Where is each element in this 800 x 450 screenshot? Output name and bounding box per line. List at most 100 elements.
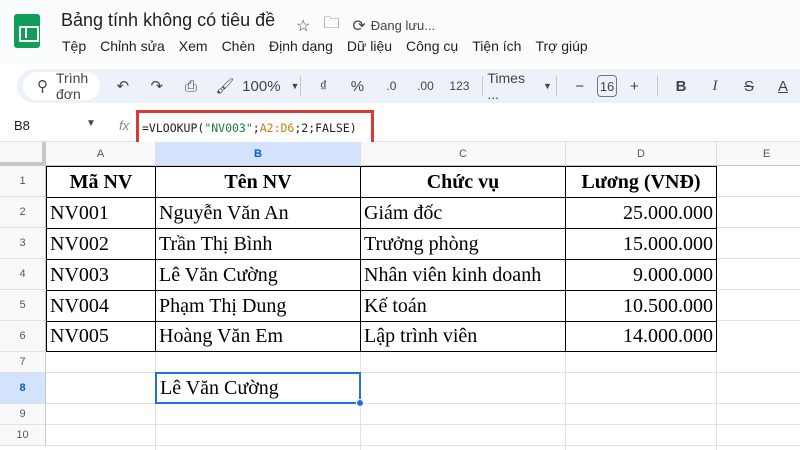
chevron-down-icon: ▼ xyxy=(542,81,552,91)
menu-data[interactable]: Dữ liệu xyxy=(347,38,392,54)
cell-c5[interactable]: Kế toán xyxy=(361,291,565,321)
font-size-input[interactable]: 16 xyxy=(596,75,618,97)
formula-bar: B8 ▼ fx xyxy=(0,112,800,142)
percent-button[interactable]: % xyxy=(344,72,370,100)
menu-tools[interactable]: Công cụ xyxy=(406,38,458,54)
cell-c6[interactable]: Lập trình viên xyxy=(361,322,565,351)
font-size-increase-button[interactable]: + xyxy=(621,72,647,100)
column-header-e[interactable]: E xyxy=(717,142,800,166)
formula-separator: ; xyxy=(252,121,260,135)
undo-icon[interactable]: ↶ xyxy=(110,72,136,100)
currency-button[interactable]: ₫ xyxy=(310,72,336,100)
paint-format-icon[interactable]: 🖌 xyxy=(212,72,238,100)
name-box[interactable]: B8 xyxy=(14,118,30,133)
increase-decimal-button[interactable]: .00 xyxy=(412,72,438,100)
gridline xyxy=(717,320,800,321)
cell-d5[interactable]: 10.500.000 xyxy=(566,291,716,321)
column-header-d[interactable]: D xyxy=(566,142,717,166)
row-header-2[interactable]: 2 xyxy=(0,197,46,228)
star-icon[interactable]: ☆ xyxy=(296,16,310,36)
menu-help[interactable]: Trợ giúp xyxy=(535,38,587,54)
row-header-4[interactable]: 4 xyxy=(0,259,46,290)
chevron-down-icon[interactable]: ▼ xyxy=(86,118,96,129)
italic-button[interactable]: I xyxy=(702,72,728,100)
row-header-6[interactable]: 6 xyxy=(0,321,46,352)
menu-extensions[interactable]: Tiện ích xyxy=(472,38,521,54)
cell-d4[interactable]: 9.000.000 xyxy=(566,260,716,290)
menu-bar: Tệp Chỉnh sửa Xem Chèn Định dạng Dữ liệu… xyxy=(62,38,588,54)
document-title[interactable]: Bảng tính không có tiêu đề xyxy=(61,10,275,31)
cell-b6[interactable]: Hoàng Văn Em xyxy=(156,322,360,351)
move-folder-icon[interactable]: 🗀 xyxy=(323,12,339,39)
row-header-5[interactable]: 5 xyxy=(0,290,46,321)
menu-view[interactable]: Xem xyxy=(179,38,208,54)
row-header-1[interactable]: 1 xyxy=(0,166,46,197)
active-cell-outline xyxy=(155,372,361,404)
font-select[interactable]: Times ... ▼ xyxy=(487,70,552,102)
row-header-10[interactable]: 10 xyxy=(0,425,46,446)
print-icon[interactable]: ⎙ xyxy=(178,72,204,100)
gridline xyxy=(717,196,800,197)
column-header-b[interactable]: B xyxy=(156,142,361,166)
chevron-down-icon: ▼ xyxy=(290,81,300,91)
cell-b5[interactable]: Phạm Thị Dung xyxy=(156,291,360,321)
divider xyxy=(299,76,301,96)
cell-c2[interactable]: Giám đốc xyxy=(361,198,565,228)
number-format-button[interactable]: 123 xyxy=(446,72,472,100)
cell-b3[interactable]: Trần Thị Bình xyxy=(156,229,360,259)
cell-a1[interactable]: Mã NV xyxy=(47,167,155,197)
table-border xyxy=(46,351,717,352)
search-icon: ⚲ xyxy=(37,78,48,95)
zoom-value: 100% xyxy=(242,77,281,95)
cell-a5[interactable]: NV004 xyxy=(47,291,155,321)
font-size-decrease-button[interactable]: − xyxy=(567,72,593,100)
menu-file[interactable]: Tệp xyxy=(62,38,86,54)
menu-edit[interactable]: Chỉnh sửa xyxy=(100,38,165,54)
cell-c1[interactable]: Chức vụ xyxy=(361,167,565,197)
row-header-9[interactable]: 9 xyxy=(0,404,46,425)
redo-icon[interactable]: ↷ xyxy=(144,72,170,100)
row-header-7[interactable]: 7 xyxy=(0,352,46,373)
sheets-logo-icon[interactable] xyxy=(14,14,40,48)
sync-icon: ⟳ xyxy=(352,17,366,35)
cell-d1[interactable]: Lương (VNĐ) xyxy=(566,167,716,197)
cell-b2[interactable]: Nguyễn Văn An xyxy=(156,198,360,228)
cell-d6[interactable]: 14.000.000 xyxy=(566,322,716,351)
cell-b1[interactable]: Tên NV xyxy=(156,167,360,197)
divider xyxy=(657,76,658,96)
gridline xyxy=(717,227,800,228)
formula-function: =VLOOKUP( xyxy=(142,121,205,135)
decrease-decimal-button[interactable]: .0 xyxy=(378,72,404,100)
zoom-select[interactable]: 100% ▼ xyxy=(242,72,299,100)
column-header-c[interactable]: C xyxy=(361,142,566,166)
formula-range-arg: A2:D6 xyxy=(259,121,295,135)
text-color-button[interactable]: A xyxy=(770,72,796,100)
row-header-8[interactable]: 8 xyxy=(0,373,46,404)
menu-insert[interactable]: Chèn xyxy=(222,38,255,54)
gridline xyxy=(717,258,800,259)
cell-b4[interactable]: Lê Văn Cường xyxy=(156,260,360,290)
strikethrough-button[interactable]: S xyxy=(736,72,762,100)
cell-a3[interactable]: NV002 xyxy=(47,229,155,259)
cell-d2[interactable]: 25.000.000 xyxy=(566,198,716,228)
fill-handle[interactable] xyxy=(356,399,364,407)
bold-button[interactable]: B xyxy=(668,72,694,100)
toolbar: ⚲ Trình đơn ↶ ↷ ⎙ 🖌 100% ▼ ₫ % .0 .00 12… xyxy=(17,69,800,103)
title-actions: ☆ 🗀 ⟳ Đang lưu... xyxy=(296,12,435,39)
formula-input[interactable]: =VLOOKUP("NV003";A2:D6;2;FALSE) xyxy=(142,121,357,135)
column-header-a[interactable]: A xyxy=(46,142,156,166)
cell-a2[interactable]: NV001 xyxy=(47,198,155,228)
cell-c3[interactable]: Trưởng phòng xyxy=(361,229,565,259)
save-status: Đang lưu... xyxy=(370,18,436,33)
gridline xyxy=(46,424,800,425)
cell-d3[interactable]: 15.000.000 xyxy=(566,229,716,259)
menu-format[interactable]: Định dạng xyxy=(269,38,333,54)
cell-c4[interactable]: Nhân viên kinh doanh xyxy=(361,260,565,290)
cell-a4[interactable]: NV003 xyxy=(47,260,155,290)
row-header-3[interactable]: 3 xyxy=(0,228,46,259)
menu-search-label: Trình đơn xyxy=(56,70,89,102)
select-all-corner[interactable] xyxy=(0,142,46,166)
fx-icon: fx xyxy=(119,118,130,133)
menu-search[interactable]: ⚲ Trình đơn xyxy=(23,70,100,102)
cell-a6[interactable]: NV005 xyxy=(47,322,155,351)
